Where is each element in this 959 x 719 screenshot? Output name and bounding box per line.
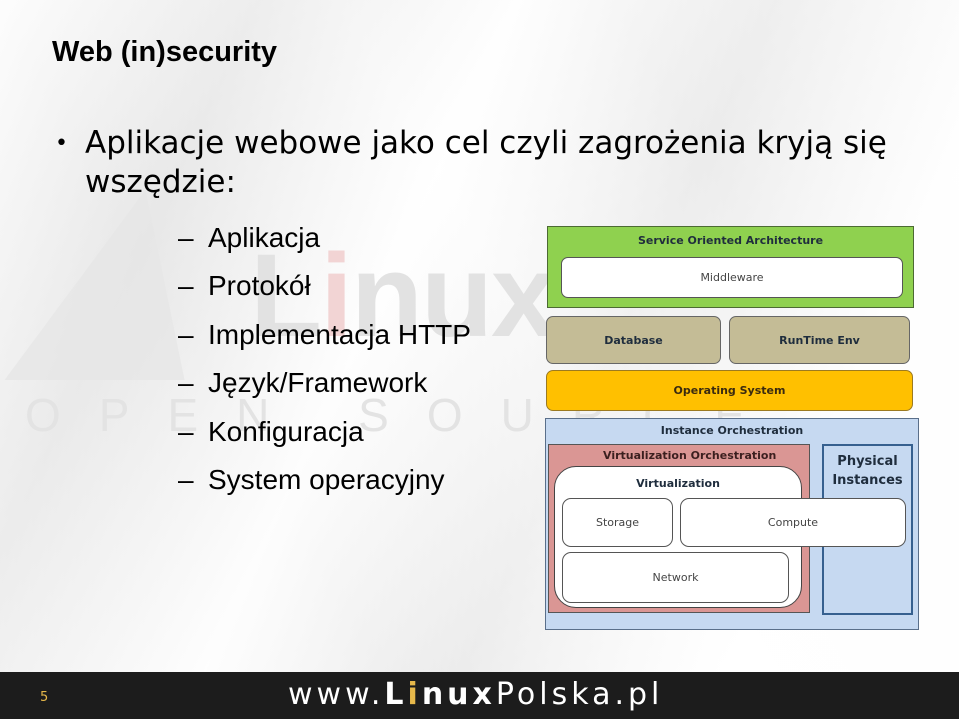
bullet-marker: • <box>55 131 68 156</box>
dash: – <box>178 319 194 350</box>
url-i: i <box>407 677 422 712</box>
sub-item-text: Implementacja HTTP <box>208 319 471 350</box>
page-number: 5 <box>40 690 49 705</box>
slide-title: Web (in)security <box>52 36 278 68</box>
dash: – <box>178 222 194 253</box>
dash: – <box>178 367 194 398</box>
dash: – <box>178 270 194 301</box>
runtime-box: RunTime Env <box>729 316 910 364</box>
dash: – <box>178 416 194 447</box>
storage-box: Storage <box>562 498 673 547</box>
url-l: L <box>384 677 408 712</box>
os-layer: Operating System <box>546 370 913 411</box>
sub-item-text: System operacyjny <box>208 464 445 495</box>
url-nux: nux <box>421 677 496 712</box>
main-bullet: • Aplikacje webowe jako cel czyli zagroż… <box>55 124 915 202</box>
sub-item-text: Język/Framework <box>208 367 428 398</box>
main-bullet-text: Aplikacje webowe jako cel czyli zagrożen… <box>85 125 887 200</box>
architecture-diagram: Service Oriented Architecture Middleware… <box>543 226 920 630</box>
sub-item: – Aplikacja <box>178 222 320 254</box>
url-prefix: www. <box>288 677 385 712</box>
database-box: Database <box>546 316 721 364</box>
network-box: Network <box>562 552 789 603</box>
dash: – <box>178 464 194 495</box>
sub-item: – Protokół <box>178 270 311 302</box>
sub-item-text: Konfiguracja <box>208 416 364 447</box>
sub-item: – Konfiguracja <box>178 416 364 448</box>
sub-item: – Język/Framework <box>178 367 427 399</box>
sub-item-text: Aplikacja <box>208 222 321 253</box>
middleware-box: Middleware <box>561 257 903 298</box>
sub-item-text: Protokół <box>208 270 311 301</box>
footer-url: www.LinuxPolska.pl <box>288 677 663 712</box>
sub-item: – System operacyjny <box>178 464 445 496</box>
sub-item: – Implementacja HTTP <box>178 319 471 351</box>
url-rest: Polska.pl <box>495 677 664 712</box>
compute-box: Compute <box>680 498 906 547</box>
